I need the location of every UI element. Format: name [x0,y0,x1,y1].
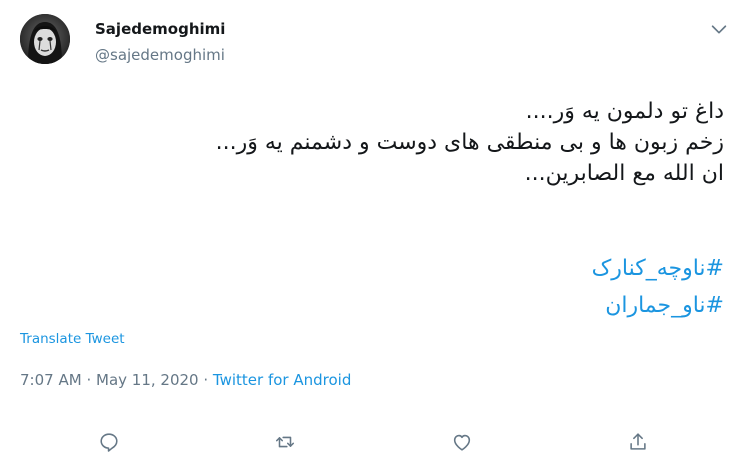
heart-icon [453,434,471,451]
hashtag-list: #ناوچه_کنارک #ناو_جماران [24,250,724,324]
chevron-down-icon [711,25,727,34]
translate-tweet-link[interactable]: Translate Tweet [20,331,125,347]
tweet-text-line: داغ تو دلمون یه وَر.... [525,99,724,124]
share-button[interactable] [621,425,655,459]
like-button[interactable] [445,425,479,459]
action-bar [0,425,748,459]
reply-icon [100,433,118,452]
tweet-text: داغ تو دلمون یه وَر.... زخم زبون ها و بی… [24,96,724,189]
hashtag-link[interactable]: #ناو_جماران [24,287,724,324]
avatar-photo [20,14,70,64]
tweet-text-line: زخم زبون ها و بی منطقی های دوست و دشمنم … [215,130,724,155]
tweet-menu-button[interactable] [708,18,730,40]
author-name[interactable]: Sajedemoghimi [95,20,225,38]
tweet-time[interactable]: 7:07 AM [20,371,82,389]
tweet-date[interactable]: May 11, 2020 [96,371,199,389]
retweet-icon [275,436,295,448]
avatar[interactable] [20,14,70,64]
retweet-button[interactable] [268,425,302,459]
author-handle[interactable]: @sajedemoghimi [95,46,225,64]
tweet-card: Sajedemoghimi @sajedemoghimi داغ تو دلمو… [0,0,748,472]
tweet-text-line: ان الله مع الصابرین... [524,161,724,186]
meta-separator: · [86,371,92,389]
tweet-metadata: 7:07 AM · May 11, 2020 · Twitter for And… [20,371,351,389]
tweet-source-link[interactable]: Twitter for Android [213,371,351,389]
hashtag-link[interactable]: #ناوچه_کنارک [24,250,724,287]
reply-button[interactable] [92,425,126,459]
share-icon [630,433,646,450]
meta-separator: · [203,371,209,389]
